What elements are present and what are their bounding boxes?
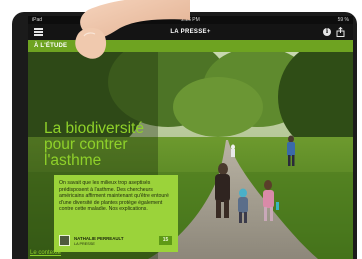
app-title: LA PRESSE+ (170, 29, 211, 35)
article-headline[interactable]: La biodiversité pour contrer l'asthme (44, 121, 159, 169)
info-icon[interactable]: i (323, 28, 331, 36)
author-outlet: LA PRESSE (74, 241, 95, 246)
summary-box: On savait que les milieux trop aseptisés… (54, 175, 178, 252)
author-avatar (59, 235, 70, 246)
tablet-screen: iPad 2:26 PM 59 % LA PRESSE+ i À L'ÉTUDE (28, 16, 353, 259)
tablet-frame: iPad 2:26 PM 59 % LA PRESSE+ i À L'ÉTUDE (12, 12, 357, 259)
app-screenshot: iPad 2:26 PM 59 % LA PRESSE+ i À L'ÉTUDE (0, 0, 362, 259)
status-time: 2:26 PM (181, 17, 200, 23)
status-bar: iPad 2:26 PM 59 % (28, 16, 353, 24)
author-row: NATHALIE PERREAULT LA PRESSE 15 (59, 235, 174, 249)
app-header: LA PRESSE+ i (28, 24, 353, 40)
section-label: À L'ÉTUDE (34, 43, 68, 49)
context-link[interactable]: Le contexte (30, 250, 61, 256)
share-icon[interactable] (336, 27, 345, 37)
comment-count-badge[interactable]: 15 (159, 236, 172, 245)
section-bar: À L'ÉTUDE (28, 40, 353, 52)
author-name: NATHALIE PERREAULT (74, 236, 124, 241)
article-summary: On savait que les milieux trop aseptisés… (59, 180, 169, 213)
status-battery: 59 % (337, 17, 349, 23)
